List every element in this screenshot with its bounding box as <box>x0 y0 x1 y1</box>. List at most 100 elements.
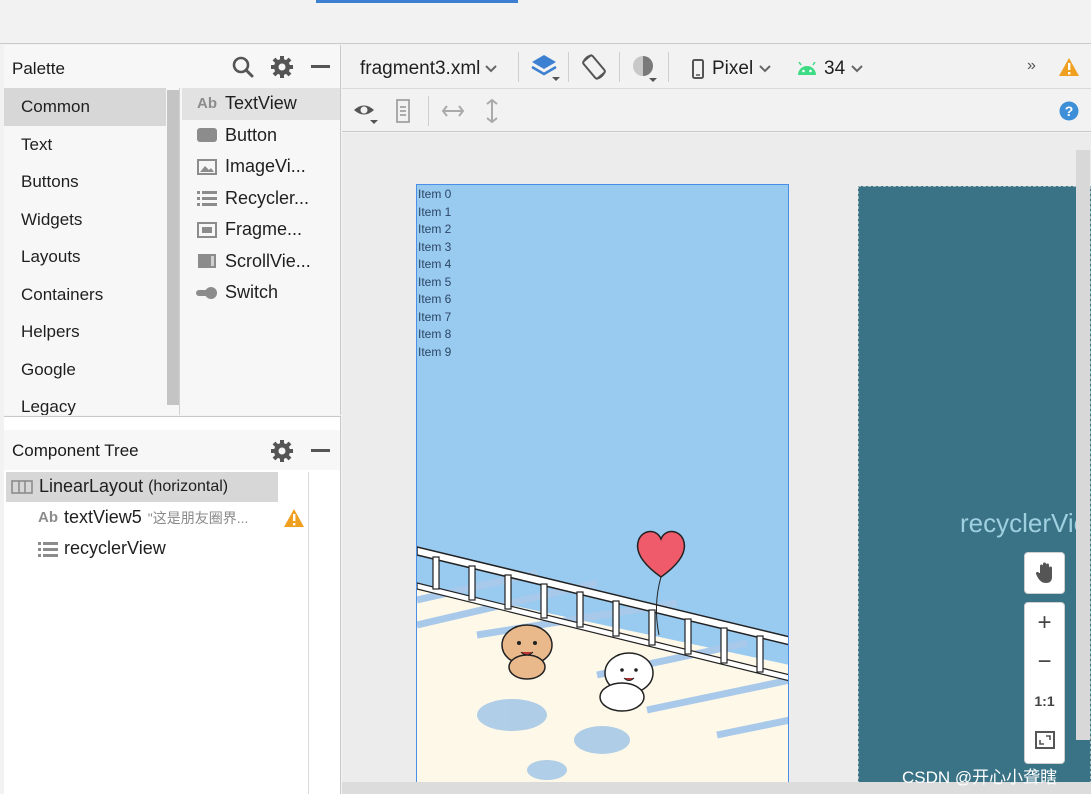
category-common[interactable]: Common <box>4 88 166 126</box>
phone-icon <box>692 59 704 79</box>
warning-icon[interactable] <box>283 508 305 533</box>
hand-icon <box>1034 561 1056 590</box>
toolbar-separator <box>518 52 519 82</box>
tree-item-label: recyclerView <box>64 538 166 558</box>
rotate-icon[interactable] <box>580 53 608 86</box>
zoom-in-button[interactable]: + <box>1025 603 1064 642</box>
pan-button[interactable] <box>1024 552 1065 594</box>
zoom-out-button[interactable]: − <box>1025 642 1064 681</box>
list-icon <box>196 189 218 207</box>
guidelines-icon[interactable] <box>396 99 410 128</box>
list-item: Item 8 <box>418 327 452 341</box>
device-name: Pixel <box>712 58 754 79</box>
list-item: Item 5 <box>418 274 452 289</box>
gear-icon[interactable] <box>270 55 294 84</box>
gear-icon[interactable] <box>270 439 294 468</box>
svg-text:?: ? <box>1065 103 1074 119</box>
tree-item-preview: "这是朋友圈界... <box>147 509 249 526</box>
category-widgets[interactable]: Widgets <box>4 201 179 239</box>
background-illustration <box>417 530 788 793</box>
blueprint-recyclerview-label: recyclerVie <box>960 508 1089 538</box>
tree-item-sublabel: (horizontal) <box>148 477 229 495</box>
scrollview-icon <box>196 252 218 270</box>
widget-label: ScrollVie... <box>225 250 311 271</box>
zoom-actual-size-button[interactable]: 1:1 <box>1025 681 1064 720</box>
list-item: Item 7 <box>418 309 452 324</box>
api-level-dropdown[interactable]: 34 <box>797 58 863 80</box>
tree-item-recyclerview[interactable]: recyclerView <box>38 538 166 559</box>
widget-label: ImageVi... <box>225 156 306 177</box>
list-item: Item 0 <box>418 187 452 201</box>
chevron-down-icon <box>485 65 498 73</box>
tree-item-linearlayout[interactable]: LinearLayout (horizontal) <box>11 476 228 497</box>
design-preview-screen[interactable]: Item 0 Item 1 Item 2 Item 3 Item 4 Item … <box>416 184 789 794</box>
category-containers[interactable]: Containers <box>4 276 179 314</box>
eye-icon[interactable] <box>352 100 380 129</box>
list-icon <box>38 541 58 557</box>
widget-label: Recycler... <box>225 187 310 208</box>
palette-widgets: Ab TextView Button ImageVi... Recycler..… <box>182 88 340 318</box>
tree-item-textview5[interactable]: Ab textView5 "这是朋友圈界... <box>38 507 248 528</box>
textview-icon: Ab <box>197 95 217 113</box>
watermark: CSDN @开心小聋瞎 <box>902 768 1058 787</box>
widget-button[interactable]: Button <box>182 120 340 152</box>
palette-categories: Common Text Buttons Widgets Layouts Cont… <box>4 88 180 415</box>
device-dropdown[interactable]: Pixel <box>692 58 771 80</box>
tree-item-label: textView5 <box>64 507 142 527</box>
category-legacy[interactable]: Legacy <box>4 388 179 415</box>
component-tree-title: Component Tree <box>12 441 139 460</box>
widget-switch[interactable]: Switch <box>182 277 340 309</box>
list-item: Item 6 <box>418 292 452 306</box>
recycler-items: Item 0 Item 1 Item 2 Item 3 Item 4 Item … <box>417 186 451 361</box>
image-icon <box>196 158 218 176</box>
canvas-vertical-scrollbar[interactable] <box>1076 150 1090 740</box>
widget-recyclerview[interactable]: Recycler... <box>182 183 340 215</box>
widget-textview[interactable]: Ab TextView <box>182 88 340 120</box>
button-icon <box>196 126 218 144</box>
widget-label: Button <box>225 124 278 145</box>
list-item: Item 2 <box>418 222 452 236</box>
theme-icon[interactable] <box>631 54 659 87</box>
minimize-icon[interactable] <box>311 65 330 68</box>
widget-scrollview[interactable]: ScrollVie... <box>182 246 340 278</box>
toolbar-separator <box>568 52 569 82</box>
search-icon[interactable] <box>231 55 255 84</box>
category-google[interactable]: Google <box>4 351 179 389</box>
toolbar-separator <box>668 52 669 82</box>
file-name: fragment3.xml <box>360 58 481 79</box>
toolbar-separator <box>619 52 620 82</box>
category-helpers[interactable]: Helpers <box>4 313 179 351</box>
category-text[interactable]: Text <box>4 126 179 164</box>
switch-icon <box>196 284 218 302</box>
warning-icon[interactable] <box>1058 57 1080 82</box>
category-scrollbar[interactable] <box>167 90 179 405</box>
category-layouts[interactable]: Layouts <box>4 238 179 276</box>
widget-fragment[interactable]: Fragme... <box>182 214 340 246</box>
more-actions-icon[interactable]: » <box>1027 57 1036 75</box>
chevron-down-icon <box>851 65 863 73</box>
android-icon <box>797 62 817 76</box>
widget-label: Fragme... <box>225 219 303 240</box>
minimize-icon[interactable] <box>311 449 330 452</box>
toolbar-separator <box>428 96 429 126</box>
list-item: Item 3 <box>418 239 452 254</box>
palette-title: Palette <box>12 59 65 78</box>
list-item: Item 9 <box>418 344 452 359</box>
zoom-fit-button[interactable] <box>1025 720 1064 759</box>
layers-icon[interactable] <box>530 53 560 88</box>
file-dropdown[interactable]: fragment3.xml <box>360 58 498 80</box>
help-icon[interactable]: ? <box>1059 101 1079 126</box>
zoom-controls: + − 1:1 <box>1024 602 1065 764</box>
active-tab-indicator <box>316 0 518 3</box>
editor-tab-strip <box>0 0 1091 44</box>
widget-imageview[interactable]: ImageVi... <box>182 151 340 183</box>
expand-vertical-icon[interactable] <box>484 98 500 129</box>
tree-item-label: LinearLayout <box>39 476 144 496</box>
category-buttons[interactable]: Buttons <box>4 163 179 201</box>
linear-layout-icon <box>11 479 33 494</box>
widget-label: Switch <box>225 282 279 303</box>
fragment-icon <box>196 221 218 239</box>
fit-screen-icon <box>1034 730 1055 749</box>
expand-horizontal-icon[interactable] <box>441 103 465 124</box>
textview-icon: Ab <box>38 509 58 526</box>
